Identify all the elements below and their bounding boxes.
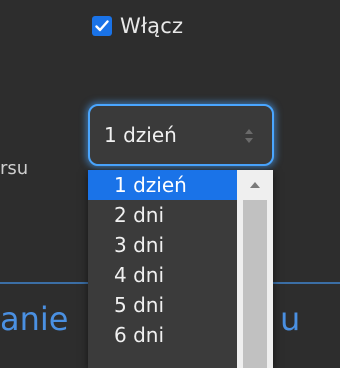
option-1-day[interactable]: 1 dzień: [88, 170, 238, 200]
dropdown-scrollbar[interactable]: [237, 170, 273, 368]
option-3-days[interactable]: 3 dni: [88, 230, 238, 260]
duration-select-value: 1 dzień: [104, 123, 177, 147]
checkmark-icon: [95, 20, 109, 32]
enable-row[interactable]: Włącz: [92, 14, 183, 38]
option-2-days[interactable]: 2 dni: [88, 200, 238, 230]
option-6-days[interactable]: 6 dni: [88, 320, 238, 350]
enable-label: Włącz: [120, 14, 184, 38]
settings-panel: anie u Włącz rsu 1 dzień 1 dzień 2 dni 3…: [0, 0, 340, 368]
select-arrows-icon: [245, 129, 253, 143]
scrollbar-thumb[interactable]: [243, 200, 267, 368]
arrow-up-icon: [250, 182, 260, 188]
option-list: 1 dzień 2 dni 3 dni 4 dni 5 dni 6 dni: [88, 170, 238, 350]
field-label: rsu: [0, 158, 29, 179]
enable-checkbox[interactable]: [92, 16, 112, 36]
duration-select[interactable]: 1 dzień: [88, 104, 274, 166]
option-4-days[interactable]: 4 dni: [88, 260, 238, 290]
scroll-up-button[interactable]: [245, 178, 265, 192]
option-5-days[interactable]: 5 dni: [88, 290, 238, 320]
duration-dropdown[interactable]: 1 dzień 2 dni 3 dni 4 dni 5 dni 6 dni: [88, 170, 273, 368]
background-link-left-text: anie: [0, 300, 69, 338]
background-link-right-text: u: [280, 300, 301, 338]
